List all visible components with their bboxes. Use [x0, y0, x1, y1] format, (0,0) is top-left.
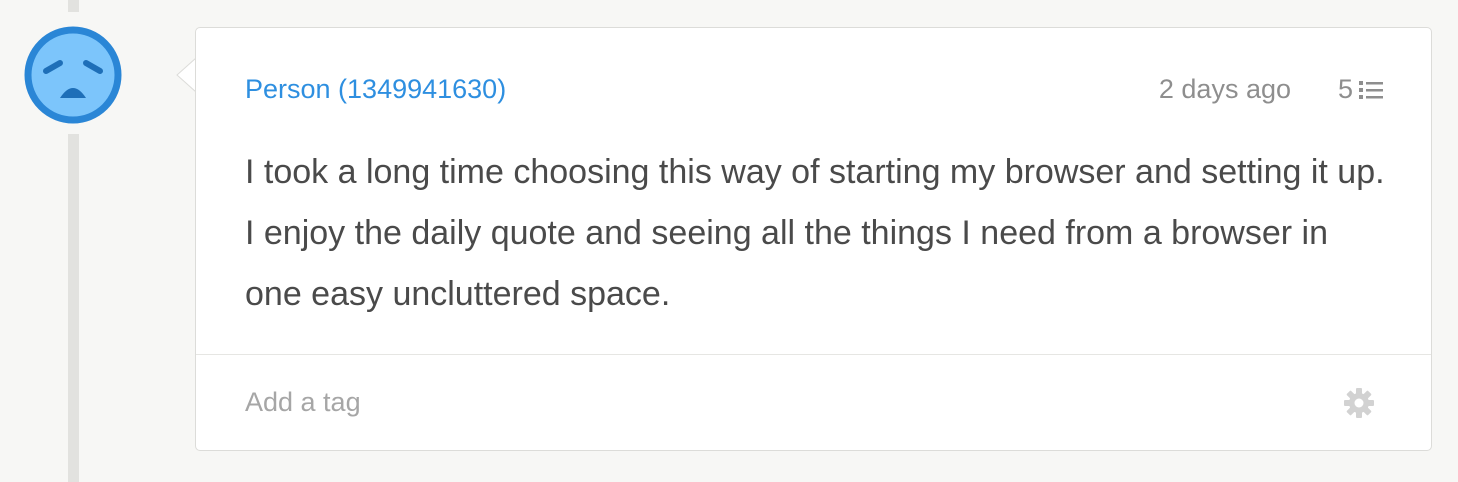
timeline-line-top — [68, 0, 79, 12]
divider — [196, 354, 1431, 355]
list-icon — [1359, 80, 1383, 99]
reply-count-value: 5 — [1337, 74, 1353, 104]
add-tag-input[interactable] — [245, 384, 945, 420]
gear-icon[interactable] — [1342, 386, 1376, 420]
timestamp[interactable]: 2 days ago — [1159, 74, 1291, 105]
comment-text: I took a long time choosing this way of … — [245, 153, 1385, 313]
timeline-line-bottom — [68, 134, 79, 482]
reply-count[interactable]: 5 — [1338, 74, 1383, 105]
comment-card: Person (1349941630) 2 days ago 5 I took … — [195, 27, 1432, 451]
sad-face-icon — [24, 26, 122, 124]
author-link[interactable]: Person (1349941630) — [245, 74, 506, 105]
avatar — [24, 26, 122, 124]
